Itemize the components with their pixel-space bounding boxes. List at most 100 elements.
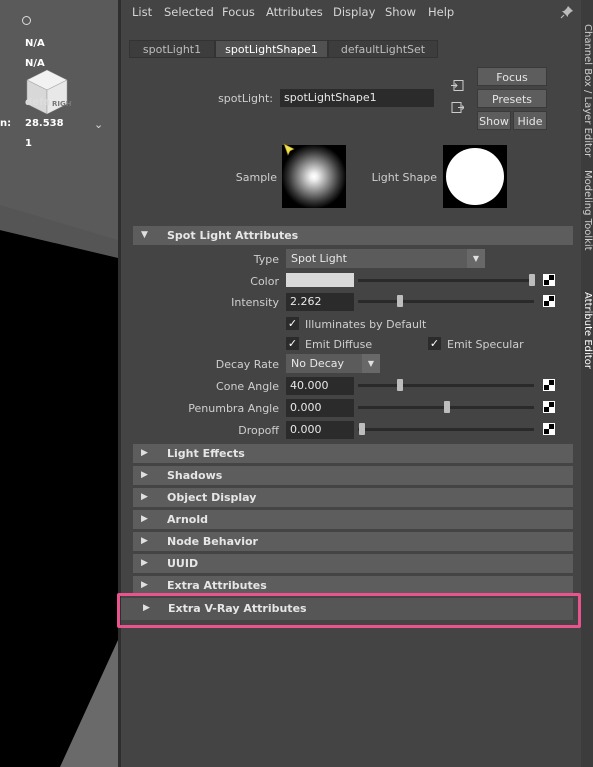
illuminates-by-default-checkbox[interactable]: ✓ (286, 317, 299, 330)
expand-arrow-icon: ▶ (141, 470, 148, 480)
cone-angle-slider-track[interactable] (358, 384, 534, 387)
section-light-effects[interactable]: ▶ Light Effects (133, 444, 573, 463)
intensity-slider-track[interactable] (358, 300, 534, 303)
section-object-display[interactable]: ▶ Object Display (133, 488, 573, 507)
camera-icon (22, 16, 31, 25)
menu-list[interactable]: List (132, 5, 152, 19)
node-name-field[interactable]: spotLightShape1 (280, 89, 434, 107)
color-label: Color (250, 275, 279, 288)
dropoff-slider-handle[interactable] (359, 423, 365, 435)
input-connection-icon[interactable] (451, 79, 464, 92)
view-cube-label: RIGHT (52, 100, 72, 108)
dropoff-slider-track[interactable] (358, 428, 534, 431)
dropdown-arrow-icon: ▼ (467, 249, 485, 268)
menu-selected[interactable]: Selected (164, 5, 214, 19)
section-arnold[interactable]: ▶ Arnold (133, 510, 573, 529)
intensity-slider-handle[interactable] (397, 295, 403, 307)
menu-help[interactable]: Help (428, 5, 454, 19)
3d-viewport[interactable]: RIGHT N/A N/A defa n: 28.538 1 ⌄ (0, 0, 118, 767)
penumbra-angle-field[interactable]: 0.000 (286, 399, 354, 417)
dropoff-map-button[interactable] (543, 423, 555, 435)
penumbra-angle-label: Penumbra Angle (188, 402, 279, 415)
tab-attribute-editor[interactable]: Attribute Editor (581, 292, 593, 369)
focus-button[interactable]: Focus (477, 67, 547, 86)
hud-axis-label: n: (0, 118, 12, 129)
tab-defaultlightset[interactable]: defaultLightSet (328, 40, 438, 58)
penumbra-angle-map-button[interactable] (543, 401, 555, 413)
hud-value: N/A (25, 38, 45, 49)
emit-specular-checkbox[interactable]: ✓ (428, 337, 441, 350)
light-shape-circle (446, 148, 504, 205)
pin-icon[interactable] (560, 5, 574, 19)
color-swatch[interactable] (286, 273, 354, 287)
node-name-label: spotLight: (218, 92, 273, 105)
intensity-field[interactable]: 2.262 (286, 293, 354, 311)
cone-angle-label: Cone Angle (216, 380, 279, 393)
dropdown-arrow-icon: ▼ (362, 354, 380, 373)
intensity-label: Intensity (231, 296, 279, 309)
decay-rate-dropdown[interactable]: No Decay ▼ (286, 354, 380, 373)
tab-modeling-toolkit[interactable]: Modeling Toolkit (581, 170, 593, 251)
section-title: Node Behavior (167, 535, 258, 548)
cone-angle-map-button[interactable] (543, 379, 555, 391)
expand-arrow-icon: ▶ (141, 580, 148, 590)
section-title: Light Effects (167, 447, 245, 460)
illuminates-by-default-label: Illuminates by Default (305, 318, 427, 331)
section-title: UUID (167, 557, 199, 570)
expand-arrow-icon: ▶ (141, 536, 148, 546)
color-slider-track[interactable] (358, 279, 534, 282)
light-bulb-icon (283, 143, 295, 156)
side-tab-strip: Channel Box / Layer Editor Modeling Tool… (581, 0, 593, 767)
type-value: Spot Light (291, 252, 347, 265)
decay-rate-label: Decay Rate (215, 358, 279, 371)
dropoff-field[interactable]: 0.000 (286, 421, 354, 439)
color-map-button[interactable] (543, 274, 555, 286)
expand-arrow-icon: ▶ (141, 492, 148, 502)
cone-angle-slider-handle[interactable] (397, 379, 403, 391)
section-spot-light-attributes[interactable]: ▼ Spot Light Attributes (133, 226, 573, 245)
hud-value: defa (25, 97, 51, 108)
section-title: Arnold (167, 513, 208, 526)
menu-attributes[interactable]: Attributes (266, 5, 323, 19)
menu-display[interactable]: Display (333, 5, 375, 19)
hide-button[interactable]: Hide (513, 111, 547, 130)
type-dropdown[interactable]: Spot Light ▼ (286, 249, 485, 268)
tab-spotlight1[interactable]: spotLight1 (129, 40, 215, 58)
hud-value: 1 (25, 138, 32, 149)
section-uuid[interactable]: ▶ UUID (133, 554, 573, 573)
hud-value: 28.538 (25, 118, 64, 129)
expand-arrow-icon: ▶ (141, 448, 148, 458)
section-node-behavior[interactable]: ▶ Node Behavior (133, 532, 573, 551)
color-slider-handle[interactable] (529, 274, 535, 286)
light-shape-swatch (443, 145, 507, 208)
dropoff-label: Dropoff (238, 424, 279, 437)
penumbra-angle-slider-handle[interactable] (444, 401, 450, 413)
section-title: Shadows (167, 469, 223, 482)
sample-label: Sample (235, 171, 277, 184)
tab-spotlightshape1[interactable]: spotLightShape1 (215, 40, 328, 58)
menu-focus[interactable]: Focus (222, 5, 255, 19)
type-label: Type (253, 253, 279, 266)
emit-diffuse-checkbox[interactable]: ✓ (286, 337, 299, 350)
chevron-down-icon[interactable]: ⌄ (94, 118, 103, 131)
highlight-box (117, 593, 581, 628)
menu-bar: List Selected Focus Attributes Display S… (121, 0, 581, 26)
emit-specular-label: Emit Specular (447, 338, 524, 351)
tab-channel-box[interactable]: Channel Box / Layer Editor (581, 24, 593, 157)
hud-value: N/A (25, 58, 45, 69)
output-connection-icon[interactable] (451, 101, 464, 114)
view-cube[interactable]: RIGHT (22, 66, 72, 118)
show-button[interactable]: Show (477, 111, 511, 130)
section-title: Extra Attributes (167, 579, 267, 592)
menu-show[interactable]: Show (385, 5, 416, 19)
intensity-map-button[interactable] (543, 295, 555, 307)
expand-arrow-icon: ▶ (141, 558, 148, 568)
section-title: Object Display (167, 491, 257, 504)
presets-button[interactable]: Presets (477, 89, 547, 108)
collapse-arrow-icon: ▼ (141, 230, 148, 240)
section-shadows[interactable]: ▶ Shadows (133, 466, 573, 485)
attribute-editor: List Selected Focus Attributes Display S… (121, 0, 581, 767)
cone-angle-field[interactable]: 40.000 (286, 377, 354, 395)
expand-arrow-icon: ▶ (141, 514, 148, 524)
section-title: Spot Light Attributes (167, 229, 299, 242)
